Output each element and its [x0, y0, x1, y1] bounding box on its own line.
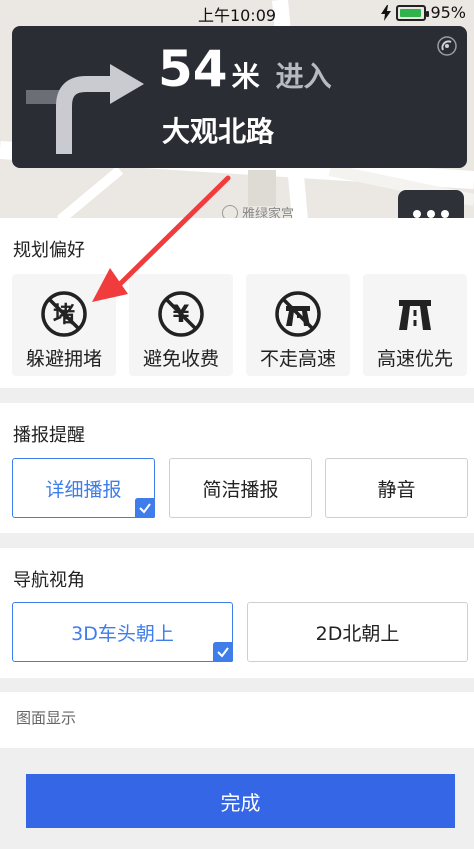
avoid-congestion-icon: 堵: [41, 291, 87, 337]
highway-first-icon: [399, 300, 431, 330]
road-name: 大观北路: [162, 115, 275, 148]
distance-value: 54: [158, 40, 228, 98]
option-label: 2D北朝上: [315, 622, 400, 645]
route-preference-section: 规划偏好 堵 躲避拥堵 ¥ 避免收费 不走高速 高速优先: [0, 218, 474, 388]
avoid-toll-icon: ¥: [158, 291, 204, 337]
turn-action: 进入: [275, 60, 332, 93]
broadcast-section: 播报提醒 详细播报 简洁播报 静音: [0, 403, 474, 533]
status-right: 95%: [380, 3, 466, 22]
pref-label: 躲避拥堵: [25, 348, 102, 370]
map-display-section[interactable]: 图面显示: [0, 692, 474, 748]
view-2d-north-up-option[interactable]: 2D北朝上: [247, 602, 468, 662]
svg-text:¥: ¥: [173, 300, 190, 328]
battery-icon: [396, 4, 430, 21]
navigation-guidance-card: 54 米 进入 大观北路: [12, 26, 467, 168]
broadcast-concise-option[interactable]: 简洁播报: [169, 458, 312, 518]
check-icon: [135, 498, 155, 518]
charging-icon: [381, 4, 392, 21]
distance-row: 54 米 进入: [158, 40, 332, 98]
pref-highway-first[interactable]: 高速优先: [363, 274, 467, 376]
view-3d-heading-up-option[interactable]: 3D车头朝上: [12, 602, 233, 662]
no-highway-icon: [275, 291, 321, 337]
broadcast-mute-option[interactable]: 静音: [325, 458, 468, 518]
section-title: 规划偏好: [13, 240, 85, 261]
pref-avoid-congestion[interactable]: 堵 躲避拥堵: [12, 274, 116, 376]
battery-percent: 95%: [430, 3, 466, 22]
pref-no-highway[interactable]: 不走高速: [246, 274, 350, 376]
check-icon: [213, 642, 233, 662]
section-title: 播报提醒: [13, 425, 85, 446]
option-label: 详细播报: [45, 478, 122, 501]
done-button[interactable]: 完成: [26, 774, 455, 828]
broadcast-detailed-option[interactable]: 详细播报: [12, 458, 155, 518]
pref-avoid-toll[interactable]: ¥ 避免收费: [129, 274, 233, 376]
section-title: 导航视角: [13, 570, 85, 591]
option-label: 静音: [377, 478, 416, 501]
option-label: 3D车头朝上: [71, 622, 174, 645]
pref-label: 避免收费: [142, 348, 219, 370]
nav-view-section: 导航视角 3D车头朝上 2D北朝上: [0, 548, 474, 678]
pref-label: 高速优先: [376, 348, 453, 370]
pref-label: 不走高速: [259, 348, 336, 370]
svg-text:堵: 堵: [53, 302, 75, 328]
option-label: 简洁播报: [202, 478, 279, 501]
turn-right-arrow-icon: [26, 64, 144, 154]
distance-unit: 米: [231, 60, 260, 93]
section-title: 图面显示: [16, 709, 77, 727]
status-bar: 上午10:09 95%: [0, 0, 474, 26]
gps-signal-icon: [437, 36, 457, 56]
